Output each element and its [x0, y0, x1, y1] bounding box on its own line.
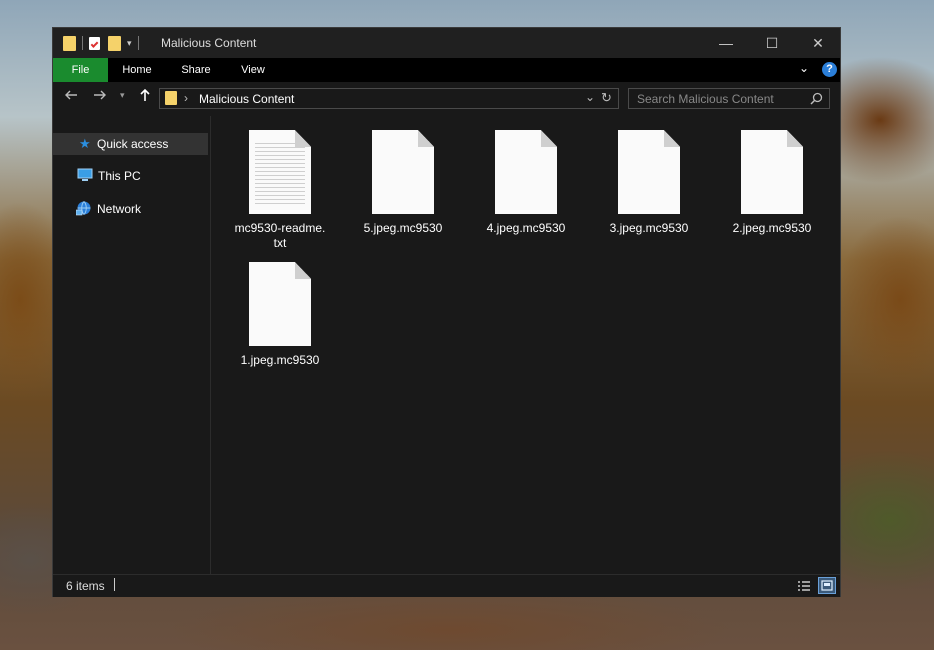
minimize-button[interactable]: —	[703, 28, 749, 58]
tab-file[interactable]: File	[53, 58, 108, 82]
file-item-3-jpeg-mc9530[interactable]: 3.jpeg.mc9530	[601, 130, 697, 236]
refresh-icon[interactable]: ↻	[601, 90, 612, 106]
customize-toolbar-icon[interactable]: ▾	[127, 38, 132, 49]
navigation-pane: ★ Quick access This PC Network	[53, 116, 211, 574]
up-button[interactable]	[138, 88, 152, 106]
arrow-left-icon	[65, 90, 77, 100]
large-icons-view-button[interactable]	[818, 577, 836, 594]
sidebar-item-label: This PC	[98, 169, 141, 183]
sidebar-item-network[interactable]: Network	[53, 198, 208, 220]
toolbar-separator	[137, 36, 139, 50]
status-separator	[114, 578, 115, 591]
navigation-bar: ▾ › Malicious Content ⌄ ↻	[53, 82, 840, 116]
file-name: 1.jpeg.mc9530	[240, 353, 320, 367]
file-name: mc9530-readme. txt	[234, 221, 326, 250]
file-name: 5.jpeg.mc9530	[363, 221, 443, 235]
file-item-4-jpeg-mc9530[interactable]: 4.jpeg.mc9530	[478, 130, 574, 236]
chevron-down-icon: ▾	[120, 90, 125, 100]
expand-ribbon-icon[interactable]: ⌄	[799, 61, 809, 75]
file-list-view: mc9530-readme. txt 5.jpeg.mc9530 4.jpeg.m…	[211, 116, 840, 574]
file-item-2-jpeg-mc9530[interactable]: 2.jpeg.mc9530	[724, 130, 820, 236]
address-dropdown-icon[interactable]: ⌄	[585, 90, 595, 104]
generic-file-icon	[618, 130, 680, 214]
arrow-right-icon	[94, 90, 106, 100]
network-icon	[75, 200, 97, 219]
generic-file-icon	[249, 262, 311, 346]
arrow-up-icon	[140, 88, 150, 101]
recent-locations-button[interactable]: ▾	[120, 90, 125, 101]
details-view-button[interactable]	[795, 577, 813, 594]
tab-view[interactable]: View	[227, 58, 279, 82]
sidebar-item-quick-access[interactable]: ★ Quick access	[53, 133, 208, 155]
forward-button[interactable]	[93, 88, 107, 106]
help-button[interactable]: ?	[822, 62, 837, 77]
new-folder-icon[interactable]	[108, 35, 121, 51]
large-icons-view-icon	[821, 580, 833, 591]
generic-file-icon	[741, 130, 803, 214]
tab-home[interactable]: Home	[111, 58, 163, 82]
search-box[interactable]	[628, 88, 830, 109]
generic-file-icon	[495, 130, 557, 214]
file-name: 4.jpeg.mc9530	[486, 221, 566, 235]
toolbar-separator	[82, 36, 83, 50]
file-name: 3.jpeg.mc9530	[609, 221, 689, 235]
breadcrumb-current-folder[interactable]: Malicious Content	[199, 92, 294, 106]
file-item-5-jpeg-mc9530[interactable]: 5.jpeg.mc9530	[355, 130, 451, 236]
sidebar-item-label: Network	[97, 202, 142, 216]
folder-icon	[63, 35, 76, 51]
folder-icon	[165, 91, 177, 105]
sidebar-item-label: Quick access	[97, 137, 169, 151]
file-explorer-window: ▾ Malicious Content — ☐ ✕ File Home Shar…	[52, 27, 841, 597]
details-view-icon	[798, 580, 810, 591]
back-button[interactable]	[64, 88, 78, 106]
breadcrumb-separator: ›	[184, 91, 188, 105]
quick-access-toolbar: ▾	[63, 28, 145, 58]
tab-share[interactable]: Share	[170, 58, 222, 82]
computer-icon	[77, 168, 98, 185]
close-button[interactable]: ✕	[795, 28, 841, 58]
generic-file-icon	[372, 130, 434, 214]
text-document-icon	[249, 130, 311, 214]
file-item-mc9530-readme-txt[interactable]: mc9530-readme. txt	[232, 130, 328, 251]
item-count: 6 items	[66, 579, 105, 593]
status-bar: 6 items	[53, 574, 840, 597]
file-item-1-jpeg-mc9530[interactable]: 1.jpeg.mc9530	[232, 262, 328, 368]
window-title: Malicious Content	[161, 36, 257, 50]
search-icon[interactable]	[810, 92, 823, 105]
properties-icon[interactable]	[89, 36, 100, 50]
ribbon-tabs: File Home Share View ⌄ ?	[53, 58, 840, 82]
address-bar[interactable]: › Malicious Content ⌄ ↻	[159, 88, 619, 109]
title-bar: ▾ Malicious Content — ☐ ✕	[53, 28, 840, 58]
maximize-button[interactable]: ☐	[749, 28, 795, 58]
sidebar-item-this-pc[interactable]: This PC	[53, 165, 208, 187]
search-input[interactable]	[629, 89, 807, 108]
star-icon: ★	[79, 136, 91, 151]
file-name: 2.jpeg.mc9530	[732, 221, 812, 235]
